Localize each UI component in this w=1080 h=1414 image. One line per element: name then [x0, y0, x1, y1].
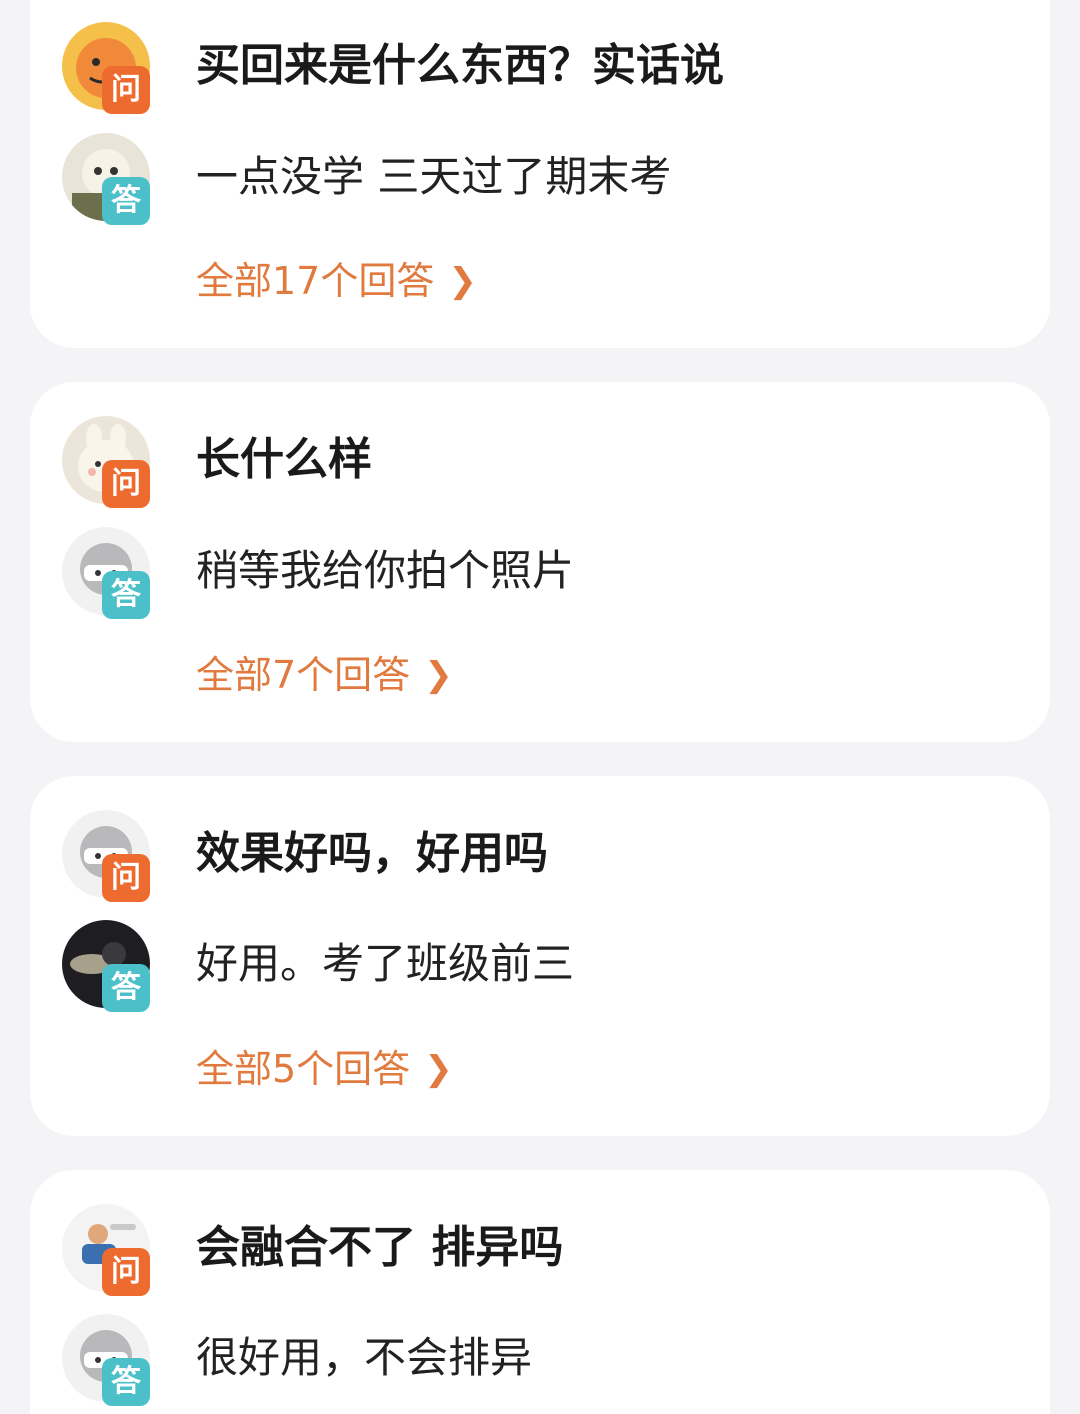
answer-row[interactable]: 答 好用。考了班级前三 [62, 920, 1012, 1012]
question-row[interactable]: 问 会融合不了 排异吗 [62, 1204, 1012, 1296]
chevron-right-icon: ❯ [448, 261, 477, 301]
all-answers-label: 全部17个回答 [196, 259, 435, 303]
answer-badge: 答 [102, 177, 150, 225]
question-row[interactable]: 问 买回来是什么东西？实话说 [62, 22, 1012, 114]
chevron-right-icon: ❯ [424, 655, 453, 695]
question-row[interactable]: 问 长什么样 [62, 416, 1012, 508]
question-text[interactable]: 买回来是什么东西？实话说 [196, 40, 724, 92]
question-badge: 问 [102, 1248, 150, 1296]
question-badge: 问 [102, 460, 150, 508]
answer-badge: 答 [102, 1358, 150, 1406]
all-answers-link[interactable]: 全部17个回答 ❯ [196, 258, 477, 304]
question-badge: 问 [102, 854, 150, 902]
qa-card[interactable]: 问 会融合不了 排异吗 答 很好用，不会排异 [30, 1170, 1050, 1414]
answer-text[interactable]: 稍等我给你拍个照片 [196, 545, 574, 597]
answer-badge: 答 [102, 571, 150, 619]
question-text[interactable]: 会融合不了 排异吗 [196, 1222, 563, 1274]
answer-badge: 答 [102, 964, 150, 1012]
question-row[interactable]: 问 效果好吗，好用吗 [62, 810, 1012, 902]
answer-text[interactable]: 好用。考了班级前三 [196, 938, 574, 990]
question-text[interactable]: 长什么样 [196, 434, 372, 486]
qa-card[interactable]: 问 长什么样 答 稍等我给你拍个照片 全部7个回答 ❯ [30, 382, 1050, 742]
question-text[interactable]: 效果好吗，好用吗 [196, 828, 548, 880]
answer-text[interactable]: 一点没学 三天过了期末考 [196, 151, 671, 203]
qa-card[interactable]: 问 效果好吗，好用吗 答 好用。考了班级前三 全部5个回答 ❯ [30, 776, 1050, 1136]
answer-row[interactable]: 答 一点没学 三天过了期末考 [62, 133, 1012, 225]
chevron-right-icon: ❯ [424, 1049, 453, 1089]
qa-card[interactable]: 问 买回来是什么东西？实话说 答 一点没学 三天过了期末考 全部17个回答 ❯ [30, 0, 1050, 348]
question-badge: 问 [102, 66, 150, 114]
all-answers-link[interactable]: 全部5个回答 ❯ [196, 1046, 453, 1092]
answer-row[interactable]: 答 很好用，不会排异 [62, 1314, 1012, 1406]
all-answers-link[interactable]: 全部7个回答 ❯ [196, 652, 453, 698]
all-answers-label: 全部5个回答 [196, 1047, 411, 1091]
answer-text[interactable]: 很好用，不会排异 [196, 1332, 532, 1384]
answer-row[interactable]: 答 稍等我给你拍个照片 [62, 527, 1012, 619]
all-answers-label: 全部7个回答 [196, 653, 411, 697]
